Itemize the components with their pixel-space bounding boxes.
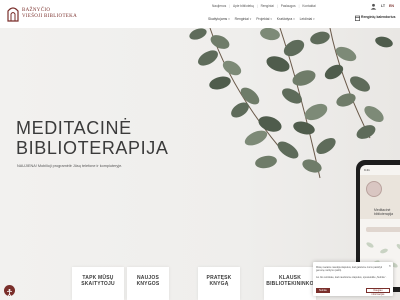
cookie-text: Mūsų svetainė naudoja slapukus, kad galė… <box>316 266 383 272</box>
hero-title-line1: MEDITACINĖ <box>16 118 132 138</box>
hero-title-line2: BIBLIOTERAPIJA <box>16 138 169 158</box>
main-menu: Skaitytojams ▾ Renginiai ▾ Projektai ▾ Kraš… <box>208 14 320 23</box>
menu-item-publications[interactable]: Leidiniai ▾ <box>300 17 320 21</box>
card-label: PRATĘSK KNYGĄ <box>198 275 240 287</box>
accessibility-icon <box>7 289 12 297</box>
cookie-consent-banner: × Mūsų svetainė naudoja slapukus, kad ga… <box>313 262 393 296</box>
card-become-reader[interactable]: TAPK MŪSŲ SKAITYTOJU <box>72 267 124 300</box>
event-calendar-button[interactable]: Renginių kalendorius <box>361 15 395 19</box>
card-new-books[interactable]: NAUJOS KNYGOS <box>127 267 169 300</box>
menu-item-projects[interactable]: Projektai ▾ <box>256 17 277 21</box>
cookie-text-secondary: Jei Jūs sutinkate, kad naudotume slapuku… <box>316 276 387 279</box>
menu-item-label: Projektai <box>256 16 270 21</box>
separator: | <box>298 4 300 8</box>
top-link-services[interactable]: Paslaugos <box>281 4 296 11</box>
card-label-line2: KNYGĄ <box>209 281 229 287</box>
chevron-down-icon: ▾ <box>313 16 315 21</box>
phone-app-title: Meditacinė biblioterapija <box>374 208 393 216</box>
logo-text-line2: VIEŠOJI BIBLIOTEKA <box>22 14 77 19</box>
site-header: BAŽNYČIO VIEŠOJI BIBLIOTEKA Naujienos | A… <box>0 0 400 28</box>
menu-item-label: Kraštotyra <box>276 16 293 21</box>
card-label: TAPK MŪSŲ SKAITYTOJU <box>72 275 124 287</box>
site-logo[interactable]: BAŽNYČIO VIEŠOJI BIBLIOTEKA <box>6 3 77 25</box>
card-label-line2: BIBLIOTEKININKO <box>266 281 314 287</box>
menu-item-readers[interactable]: Skaitytojams ▾ <box>208 17 235 21</box>
phone-status-time: 9:41 <box>364 168 370 172</box>
card-label: KLAUSK BIBLIOTEKININKO <box>264 275 316 287</box>
chevron-down-icon: ▾ <box>249 16 252 21</box>
top-link-about[interactable]: Apie biblioteką <box>233 4 254 11</box>
hero-subtitle[interactable]: NAUJIENA! Mobilioji programėlė Jūsų tele… <box>17 164 122 168</box>
cookie-accept-button[interactable]: Sutinku <box>316 288 330 293</box>
logo-text-line1: BAŽNYČIO <box>22 8 51 13</box>
menu-item-local-history[interactable]: Kraštotyra ▾ <box>277 17 300 21</box>
card-renew-book[interactable]: PRATĘSK KNYGĄ <box>198 267 240 300</box>
app-avatar <box>366 181 382 197</box>
menu-item-label: Renginiai <box>234 16 249 21</box>
separator: | <box>256 4 258 8</box>
menu-item-label: Skaitytojams <box>208 16 228 21</box>
language-lt[interactable]: LT <box>381 4 385 8</box>
user-icon[interactable] <box>370 3 377 10</box>
menu-item-label: Leidiniai <box>299 16 313 21</box>
close-icon[interactable]: × <box>389 263 391 268</box>
card-label-line2: KNYGOS <box>136 281 160 287</box>
card-label: NAUJOS KNYGOS <box>127 275 169 287</box>
language-en[interactable]: EN <box>389 4 394 8</box>
menu-item-events[interactable]: Renginiai ▾ <box>235 17 257 21</box>
logo-emblem-icon <box>7 7 19 22</box>
separator: | <box>229 4 231 8</box>
phone-title-line2: biblioterapija <box>374 212 394 217</box>
separator: | <box>276 4 278 8</box>
top-link-news[interactable]: Naujienos <box>212 4 226 11</box>
chevron-down-icon: ▾ <box>228 16 230 21</box>
top-link-contacts[interactable]: Kontaktai <box>302 4 315 11</box>
card-ask-librarian[interactable]: KLAUSK BIBLIOTEKININKO <box>264 267 316 300</box>
hero-banner: MEDITACINĖ BIBLIOTERAPIJA NAUJIENA! Mobi… <box>0 28 400 300</box>
chevron-down-icon: ▾ <box>270 16 272 21</box>
hero-title: MEDITACINĖ BIBLIOTERAPIJA <box>16 118 168 158</box>
chevron-down-icon: ▾ <box>293 16 295 21</box>
top-link-events[interactable]: Renginiai <box>261 4 274 11</box>
top-links: Naujienos | Apie biblioteką | Renginiai | P… <box>212 4 316 11</box>
cookie-more-info-button[interactable]: Daugiau informacijos <box>366 288 390 296</box>
accessibility-button[interactable] <box>4 285 15 297</box>
calendar-icon <box>355 15 360 21</box>
phone-placeholder-bar <box>366 227 400 232</box>
card-label-line2: SKAITYTOJU <box>81 281 115 287</box>
